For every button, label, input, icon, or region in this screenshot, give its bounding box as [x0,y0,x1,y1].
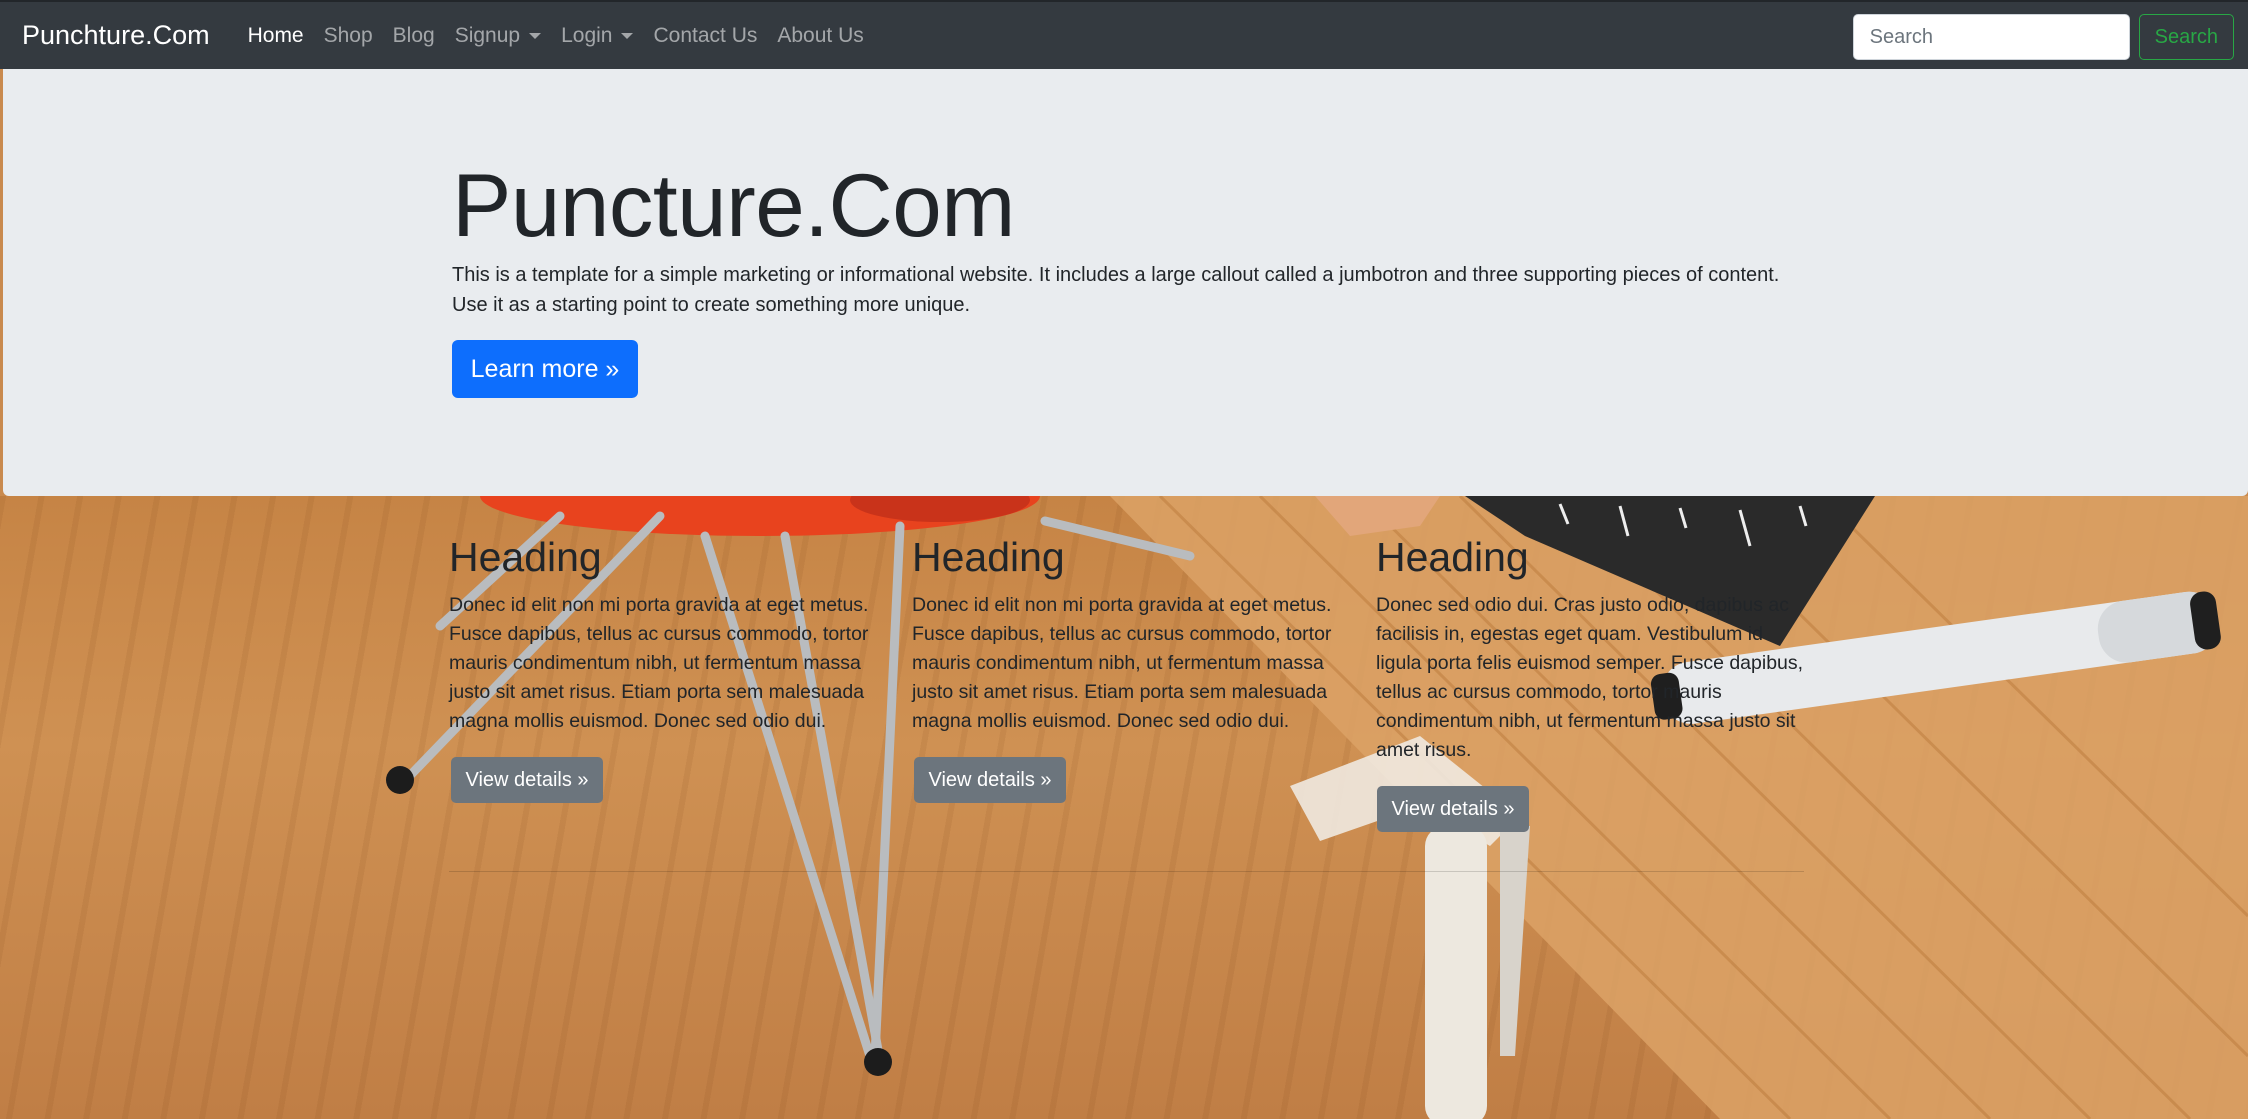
search-input[interactable] [1852,14,2130,60]
column-heading: Heading [1376,534,1529,580]
jumbotron: Puncture.Com This is a template for a si… [3,69,2248,496]
nav-about-label: About Us [777,23,864,47]
column-text: Donec sed odio dui. Cras justo odio, dap… [1376,594,1804,761]
caret-down-icon [621,32,634,39]
nav-shop-label: Shop [323,23,373,47]
search-form: Search [1852,14,2234,60]
nav-links: Home Shop Blog Signup Login Contact Us A… [238,2,874,69]
nav-signup-label: Signup [454,23,521,47]
nav-blog[interactable]: Blog [383,24,445,48]
feature-column-1: Heading Donec id elit non mi porta gravi… [449,533,879,736]
nav-home-label: Home [247,23,304,47]
column-heading: Heading [449,534,602,580]
nav-home[interactable]: Home [238,24,314,48]
column-heading: Heading [912,534,1065,580]
nav-about[interactable]: About Us [767,24,873,48]
nav-login-label: Login [561,23,613,47]
feature-column-3: Heading Donec sed odio dui. Cras justo o… [1376,533,1806,765]
jumbotron-title: Puncture.Com [452,155,1015,255]
nav-blog-label: Blog [392,23,435,47]
caret-down-icon [529,32,542,39]
top-navbar: Punchture.Com Home Shop Blog Signup Logi… [0,0,2248,69]
view-details-button-1[interactable]: View details » [451,757,603,803]
nav-contact[interactable]: Contact Us [643,24,767,48]
nav-contact-label: Contact Us [653,23,758,47]
feature-column-2: Heading Donec id elit non mi porta gravi… [912,533,1342,736]
nav-login-dropdown[interactable]: Login [551,24,643,48]
view-details-button-2[interactable]: View details » [914,757,1066,803]
column-text: Donec id elit non mi porta gravida at eg… [449,594,869,732]
section-divider [449,871,1804,872]
nav-shop[interactable]: Shop [314,24,383,48]
search-button[interactable]: Search [2138,14,2234,60]
learn-more-button[interactable]: Learn more » [452,340,638,398]
brand-logo-link[interactable]: Punchture.Com [22,20,210,51]
view-details-button-3[interactable]: View details » [1377,786,1529,832]
jumbotron-lead: This is a template for a simple marketin… [452,264,1780,316]
nav-signup-dropdown[interactable]: Signup [445,24,551,48]
column-text: Donec id elit non mi porta gravida at eg… [912,594,1332,732]
